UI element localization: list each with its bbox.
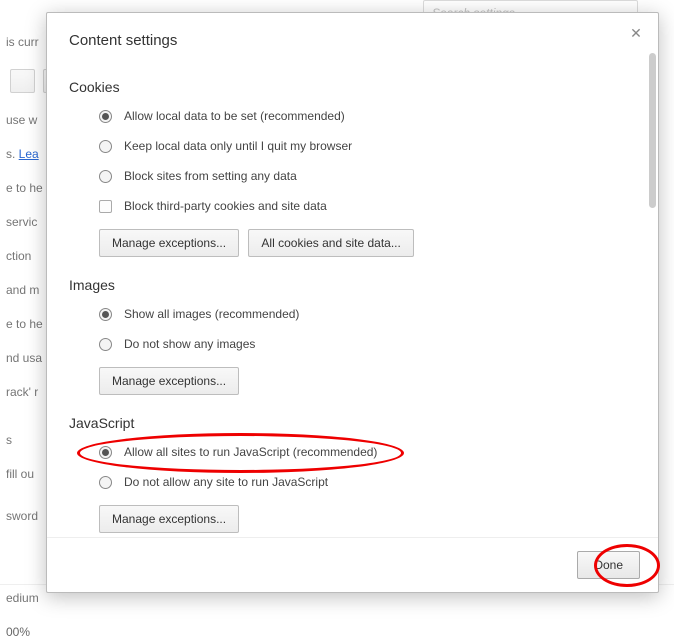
radio-icon[interactable] xyxy=(99,140,112,153)
section-title-images: Images xyxy=(69,277,636,293)
radio-icon[interactable] xyxy=(99,308,112,321)
dialog-title: Content settings xyxy=(69,32,636,49)
option-label: Block sites from setting any data xyxy=(124,169,297,183)
javascript-buttons: Manage exceptions... xyxy=(69,505,636,533)
radio-icon[interactable] xyxy=(99,110,112,123)
bg-text: 00% xyxy=(0,622,674,642)
option-label: Keep local data only until I quit my bro… xyxy=(124,139,352,153)
images-option-donotshow[interactable]: Do not show any images xyxy=(69,337,636,351)
scrollbar-thumb[interactable] xyxy=(649,53,656,208)
done-button[interactable]: Done xyxy=(577,551,640,579)
radio-icon[interactable] xyxy=(99,476,112,489)
manage-exceptions-button[interactable]: Manage exceptions... xyxy=(99,367,239,395)
section-title-cookies: Cookies xyxy=(69,79,636,95)
option-label: Do not show any images xyxy=(124,337,255,351)
option-label: Do not allow any site to run JavaScript xyxy=(124,475,328,489)
all-cookies-button[interactable]: All cookies and site data... xyxy=(248,229,413,257)
section-title-javascript: JavaScript xyxy=(69,415,636,431)
javascript-option-allow[interactable]: Allow all sites to run JavaScript (recom… xyxy=(69,445,636,459)
option-label: Allow all sites to run JavaScript (recom… xyxy=(124,445,377,459)
content-settings-dialog: ✕ Content settings Cookies Allow local d… xyxy=(46,12,659,593)
dialog-header: Content settings xyxy=(47,13,658,49)
option-label: Show all images (recommended) xyxy=(124,307,299,321)
section-cookies: Cookies Allow local data to be set (reco… xyxy=(69,79,636,257)
images-buttons: Manage exceptions... xyxy=(69,367,636,395)
section-javascript: JavaScript Allow all sites to run JavaSc… xyxy=(69,415,636,533)
radio-icon[interactable] xyxy=(99,170,112,183)
close-icon[interactable]: ✕ xyxy=(628,25,644,41)
cookies-option-allow[interactable]: Allow local data to be set (recommended) xyxy=(69,109,636,123)
manage-exceptions-button[interactable]: Manage exceptions... xyxy=(99,229,239,257)
section-images: Images Show all images (recommended) Do … xyxy=(69,277,636,395)
cookies-option-keepuntilquit[interactable]: Keep local data only until I quit my bro… xyxy=(69,139,636,153)
radio-icon[interactable] xyxy=(99,446,112,459)
images-option-showall[interactable]: Show all images (recommended) xyxy=(69,307,636,321)
option-label: Allow local data to be set (recommended) xyxy=(124,109,345,123)
manage-exceptions-button[interactable]: Manage exceptions... xyxy=(99,505,239,533)
option-label: Block third-party cookies and site data xyxy=(124,199,327,213)
checkbox-icon[interactable] xyxy=(99,200,112,213)
dialog-body: Cookies Allow local data to be set (reco… xyxy=(47,49,658,537)
cookies-block-thirdparty[interactable]: Block third-party cookies and site data xyxy=(69,199,636,213)
cookies-option-block[interactable]: Block sites from setting any data xyxy=(69,169,636,183)
radio-icon[interactable] xyxy=(99,338,112,351)
dialog-footer: Done xyxy=(47,537,658,592)
javascript-option-block[interactable]: Do not allow any site to run JavaScript xyxy=(69,475,636,489)
cookies-buttons: Manage exceptions... All cookies and sit… xyxy=(69,229,636,257)
